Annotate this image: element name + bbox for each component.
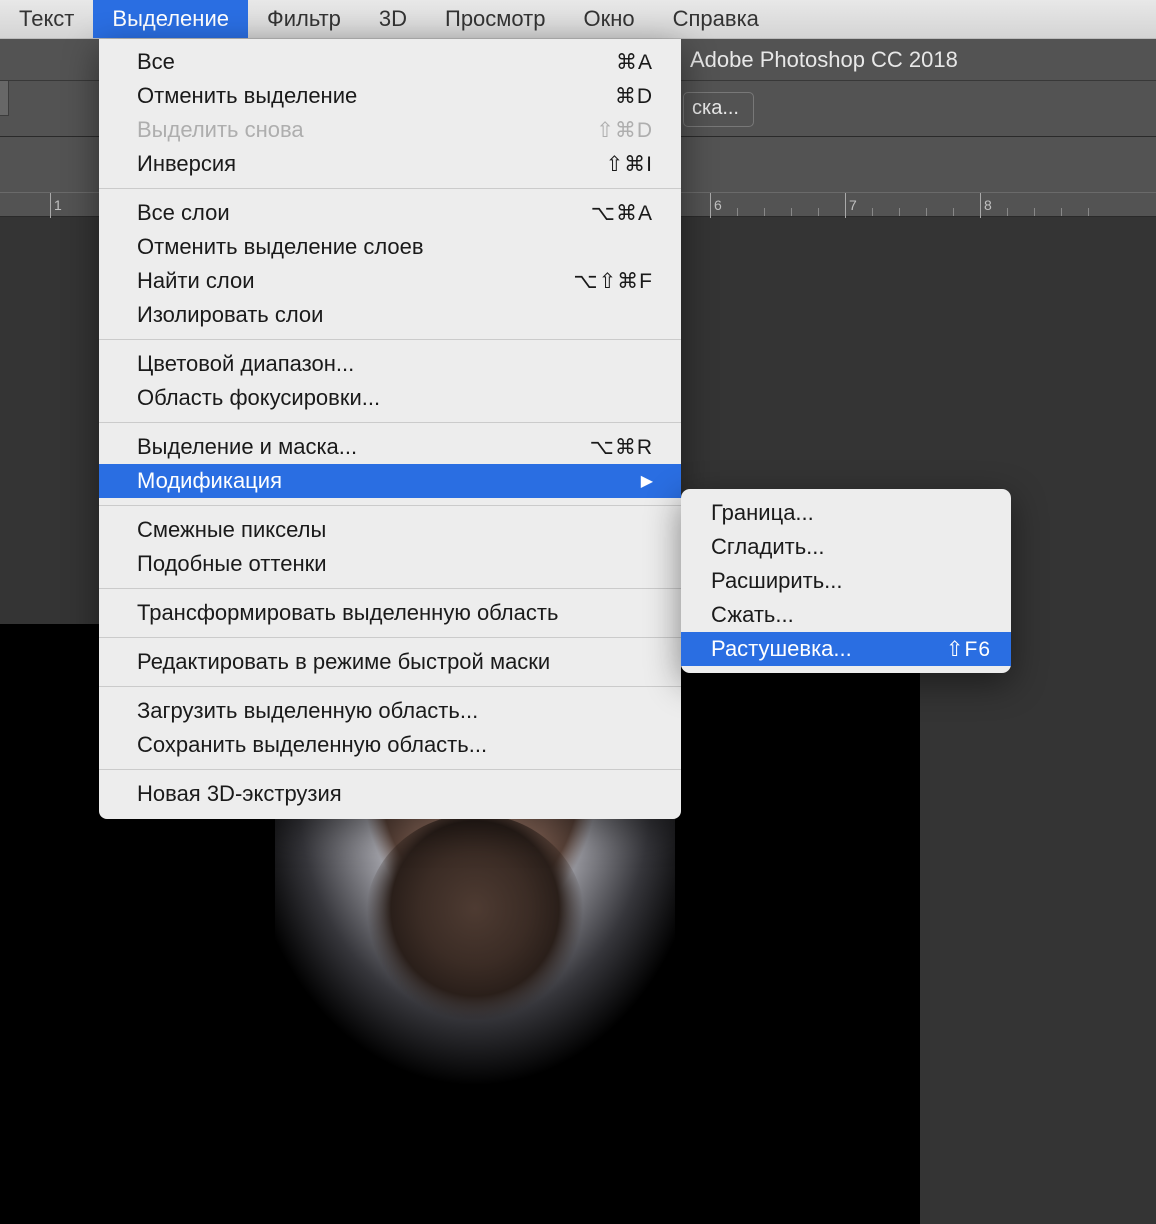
menu-item-label: Новая 3D-экструзия: [137, 781, 342, 807]
photo-beard: [365, 814, 585, 1024]
ruler-minor-tick: [791, 208, 792, 216]
menu-item-label: Смежные пикселы: [137, 517, 326, 543]
menu-item-label: Отменить выделение слоев: [137, 234, 424, 260]
submenu-item-shortcut: ⇧F6: [946, 637, 991, 662]
menubar-item-selection[interactable]: Выделение: [93, 0, 248, 38]
menu-item-shortcut: ⌘D: [615, 84, 653, 109]
ruler-minor-tick: [1088, 208, 1089, 216]
submenu-item-label: Граница...: [711, 500, 814, 526]
menu-separator: [99, 686, 681, 687]
menu-item-shortcut: ⌥⌘R: [590, 435, 653, 460]
menu-item-label: Подобные оттенки: [137, 551, 327, 577]
modification-submenu: Граница... Сгладить... Расширить... Сжать..…: [681, 489, 1011, 673]
menu-separator: [99, 339, 681, 340]
submenu-item[interactable]: Сжать...: [681, 598, 1011, 632]
selection-menu-dropdown: Все ⌘A Отменить выделение ⌘D Выделить снова ⇧…: [99, 39, 681, 819]
menubar-item-window[interactable]: Окно: [564, 0, 653, 38]
menu-item-label: Выделение и маска...: [137, 434, 357, 460]
ruler-minor-tick: [899, 208, 900, 216]
menubar-item-view[interactable]: Просмотр: [426, 0, 564, 38]
submenu-arrow-icon: ▶: [641, 471, 653, 491]
menu-item[interactable]: Новая 3D-экструзия: [99, 777, 681, 811]
menu-item[interactable]: Отменить выделение слоев: [99, 230, 681, 264]
menu-item-label: Загрузить выделенную область...: [137, 698, 478, 724]
menu-separator: [99, 637, 681, 638]
ruler-tick: 1: [50, 193, 62, 218]
menu-item-label: Выделить снова: [137, 117, 304, 143]
ruler-tick: 6: [710, 193, 722, 218]
options-pill-button[interactable]: ска...: [683, 92, 754, 127]
ruler-minor-tick: [953, 208, 954, 216]
menu-separator: [99, 588, 681, 589]
menu-item[interactable]: Все слои ⌥⌘A: [99, 196, 681, 230]
app-title: Adobe Photoshop CC 2018: [690, 47, 958, 73]
menubar: Текст Выделение Фильтр 3D Просмотр Окно …: [0, 0, 1156, 39]
submenu-item[interactable]: Расширить...: [681, 564, 1011, 598]
menu-item[interactable]: Подобные оттенки: [99, 547, 681, 581]
ruler-minor-tick: [818, 208, 819, 216]
menu-item-shortcut: ⇧⌘D: [596, 118, 653, 143]
menu-separator: [99, 188, 681, 189]
menubar-item-filter[interactable]: Фильтр: [248, 0, 360, 38]
menu-item-shortcut: ⌥⌘A: [591, 201, 653, 226]
ruler-tick: 7: [845, 193, 857, 218]
menu-separator: [99, 505, 681, 506]
menu-item[interactable]: Изолировать слои: [99, 298, 681, 332]
ruler-minor-tick: [737, 208, 738, 216]
menu-item-label: Инверсия: [137, 151, 236, 177]
ruler-minor-tick: [872, 208, 873, 216]
menu-item-label: Найти слои: [137, 268, 255, 294]
menu-item[interactable]: Выделение и маска... ⌥⌘R: [99, 430, 681, 464]
ruler-minor-tick: [926, 208, 927, 216]
ruler-minor-tick: [1034, 208, 1035, 216]
submenu-item-label: Расширить...: [711, 568, 843, 594]
menu-item[interactable]: Отменить выделение ⌘D: [99, 79, 681, 113]
menu-item[interactable]: Область фокусировки...: [99, 381, 681, 415]
submenu-item-label: Сгладить...: [711, 534, 825, 560]
menu-item-label: Трансформировать выделенную область: [137, 600, 558, 626]
menu-item[interactable]: Модификация ▶: [99, 464, 681, 498]
menubar-item-help[interactable]: Справка: [654, 0, 778, 38]
menu-separator: [99, 769, 681, 770]
menu-separator: [99, 422, 681, 423]
options-tab-stub[interactable]: [0, 81, 9, 116]
menu-item-label: Все: [137, 49, 175, 75]
menu-item-shortcut: ⌥⇧⌘F: [573, 269, 653, 294]
menu-item[interactable]: Сохранить выделенную область...: [99, 728, 681, 762]
ruler-minor-tick: [764, 208, 765, 216]
menu-item[interactable]: Смежные пикселы: [99, 513, 681, 547]
menu-item-label: Отменить выделение: [137, 83, 357, 109]
menu-item: Выделить снова ⇧⌘D: [99, 113, 681, 147]
ruler-minor-tick: [1061, 208, 1062, 216]
submenu-item[interactable]: Граница...: [681, 496, 1011, 530]
menu-item-label: Сохранить выделенную область...: [137, 732, 487, 758]
menu-item[interactable]: Загрузить выделенную область...: [99, 694, 681, 728]
menubar-item-3d[interactable]: 3D: [360, 0, 426, 38]
menu-item[interactable]: Все ⌘A: [99, 45, 681, 79]
menu-item-label: Все слои: [137, 200, 230, 226]
ruler-minor-tick: [1007, 208, 1008, 216]
menu-item-label: Изолировать слои: [137, 302, 323, 328]
menu-item-label: Область фокусировки...: [137, 385, 380, 411]
menu-item[interactable]: Трансформировать выделенную область: [99, 596, 681, 630]
submenu-item-label: Сжать...: [711, 602, 794, 628]
ruler-tick: 8: [980, 193, 992, 218]
menu-item-label: Цветовой диапазон...: [137, 351, 354, 377]
submenu-item[interactable]: Растушевка... ⇧F6: [681, 632, 1011, 666]
menu-item-shortcut: ⇧⌘I: [606, 152, 653, 177]
menu-item[interactable]: Цветовой диапазон...: [99, 347, 681, 381]
submenu-item[interactable]: Сгладить...: [681, 530, 1011, 564]
menu-item[interactable]: Редактировать в режиме быстрой маски: [99, 645, 681, 679]
menu-item[interactable]: Инверсия ⇧⌘I: [99, 147, 681, 181]
menu-item[interactable]: Найти слои ⌥⇧⌘F: [99, 264, 681, 298]
menu-item-label: Модификация: [137, 468, 282, 494]
menubar-item-text[interactable]: Текст: [0, 0, 93, 38]
menu-item-shortcut: ⌘A: [616, 50, 653, 75]
menu-item-label: Редактировать в режиме быстрой маски: [137, 649, 550, 675]
submenu-item-label: Растушевка...: [711, 636, 852, 662]
